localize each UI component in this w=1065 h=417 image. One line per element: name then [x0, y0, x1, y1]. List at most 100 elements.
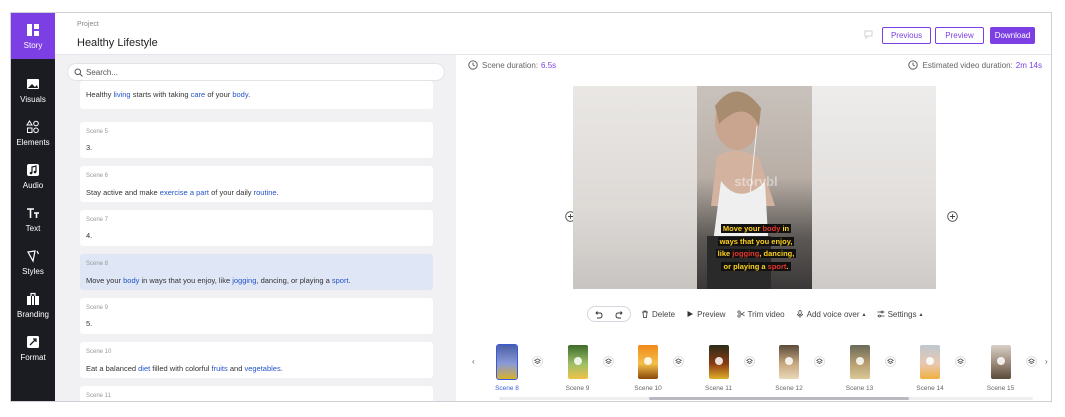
play-icon — [785, 357, 793, 365]
rail-item-story[interactable]: Story — [11, 13, 55, 59]
rail-item-text[interactable]: Text — [11, 198, 55, 240]
settings-label: Settings — [887, 309, 917, 319]
timeline-thumbnail[interactable] — [638, 345, 658, 379]
play-icon — [855, 357, 864, 365]
timeline-scene-label: Scene 11 — [705, 385, 732, 392]
redo-icon[interactable] — [615, 310, 624, 319]
timeline-next-arrow[interactable]: › — [1045, 357, 1048, 366]
scene-text[interactable]: 3. — [86, 143, 92, 152]
rail-label: Audio — [22, 180, 44, 190]
rail-item-elements[interactable]: Elements — [11, 112, 55, 154]
preview-label: Preview — [697, 309, 726, 319]
transition-button[interactable] — [602, 356, 614, 367]
clock-icon — [908, 60, 919, 70]
scene-text[interactable]: Eat a balanced diet filled with colorful… — [86, 364, 283, 373]
trash-icon — [642, 310, 648, 318]
timeline-thumbnail[interactable] — [567, 345, 588, 379]
keyword: care — [190, 90, 206, 99]
scene-text[interactable]: Stay active and make exercise a part of … — [86, 188, 279, 197]
add-voice-over-button[interactable]: Add voice over ▴ — [796, 310, 866, 319]
project-name[interactable]: Healthy Lifestyle — [77, 37, 158, 49]
timeline-thumbnail[interactable] — [496, 344, 518, 380]
scene-card-9[interactable]: Scene 9 5. — [80, 298, 433, 334]
caption-line-4: or playing a sport. — [721, 261, 791, 271]
scene-label: Scene 5 — [86, 129, 109, 135]
transition-button[interactable] — [743, 356, 755, 367]
rail-item-visuals[interactable]: Visuals — [11, 69, 55, 111]
scene-label: Scene 10 — [86, 349, 112, 355]
delete-button[interactable]: Delete — [641, 310, 675, 319]
comment-icon[interactable] — [863, 29, 874, 40]
scene-card-7[interactable]: Scene 7 4. — [80, 210, 433, 246]
undo-icon[interactable] — [594, 310, 603, 319]
timeline-scene-label: Scene 10 — [634, 385, 662, 392]
play-icon — [996, 357, 1005, 365]
scene-duration: Scene duration: 6.5s — [468, 60, 556, 70]
scene-text[interactable]: 4. — [86, 231, 92, 240]
scene-card-partial[interactable]: Healthy living starts with taking care o… — [80, 81, 433, 109]
timeline-thumbnail[interactable] — [990, 345, 1011, 379]
scene-card-8[interactable]: Scene 8 Move your body in ways that you … — [80, 254, 433, 290]
keyword: jogging — [232, 276, 257, 285]
transition-button[interactable] — [884, 356, 896, 367]
scene-label: Scene 8 — [86, 261, 109, 267]
transition-button[interactable] — [673, 356, 684, 367]
video-canvas[interactable]: storybl Move your body in ways that you … — [573, 86, 936, 289]
timeline-scrollbar-thumb[interactable] — [649, 397, 909, 400]
layers-icon — [816, 358, 823, 365]
scene-text[interactable]: Move your body in ways that you enjoy, l… — [86, 276, 351, 285]
scene-label: Scene 11 — [86, 393, 111, 399]
scene-timeline: ‹ › Scene 8 Scene 9 Scene 10 Scene 11 Scene … — [456, 335, 1051, 401]
rail-item-audio[interactable]: Audio — [11, 155, 55, 197]
search-input[interactable]: Search... — [67, 63, 445, 81]
settings-button[interactable]: Settings ▴ — [877, 309, 922, 319]
timeline-scrollbar[interactable] — [499, 397, 1033, 400]
timeline-prev-arrow[interactable]: ‹ — [472, 357, 475, 366]
text-span: . — [276, 188, 279, 197]
text-span: filled with colorful — [150, 364, 212, 373]
timeline-scene-label: Scene 8 — [495, 385, 519, 392]
transition-button[interactable] — [814, 356, 825, 367]
text-span: . — [248, 90, 251, 99]
transition-button[interactable] — [532, 356, 543, 367]
transition-button[interactable] — [1025, 356, 1037, 367]
scene-duration-label: Scene duration: — [482, 60, 539, 70]
scene-text[interactable]: 5. — [86, 319, 92, 328]
previous-button[interactable]: Previous — [882, 27, 931, 44]
rail-item-format[interactable]: Format — [11, 327, 55, 369]
play-icon — [573, 357, 582, 365]
video-frame[interactable]: storybl Move your body in ways that you … — [697, 86, 812, 289]
download-button[interactable]: Download — [990, 27, 1035, 44]
play-icon — [926, 357, 934, 365]
scene-card-11[interactable]: Scene 11 — [80, 386, 433, 401]
scissors-icon — [737, 310, 745, 318]
background-blur-left — [573, 86, 697, 289]
undo-redo-group — [587, 306, 631, 322]
background-blur-right — [812, 86, 936, 289]
timeline-thumbnail[interactable] — [708, 345, 729, 379]
briefcase-icon — [27, 292, 39, 305]
caption-text: Move your — [722, 224, 763, 233]
rail-item-styles[interactable]: Styles — [11, 241, 55, 283]
layers-icon — [745, 358, 753, 365]
scene-card-10[interactable]: Scene 10 Eat a balanced diet filled with… — [80, 342, 433, 378]
timeline-thumbnail[interactable] — [849, 345, 870, 379]
preview-scene-button[interactable]: Preview — [686, 309, 726, 319]
music-icon — [27, 163, 39, 176]
rail-label: Styles — [22, 266, 44, 276]
timeline-scene-label: Scene 14 — [916, 385, 944, 392]
scene-text[interactable]: Healthy living starts with taking care o… — [86, 90, 250, 99]
play-icon — [687, 311, 694, 317]
video-caption[interactable]: Move your body in ways that you enjoy, l… — [711, 223, 801, 273]
scene-card-6[interactable]: Scene 6 Stay active and make exercise a … — [80, 166, 433, 202]
timeline-thumbnail[interactable] — [779, 345, 799, 379]
timeline-thumbnail[interactable] — [920, 345, 940, 379]
trim-video-button[interactable]: Trim video — [737, 310, 785, 319]
preview-button[interactable]: Preview — [935, 27, 984, 44]
rail-label: Format — [20, 352, 46, 362]
transition-button[interactable] — [955, 356, 966, 367]
rail-item-branding[interactable]: Branding — [11, 284, 55, 326]
caption-text: . — [786, 261, 789, 271]
add-scene-after-icon[interactable] — [947, 211, 958, 222]
scene-card-5[interactable]: Scene 5 3. — [80, 122, 433, 158]
